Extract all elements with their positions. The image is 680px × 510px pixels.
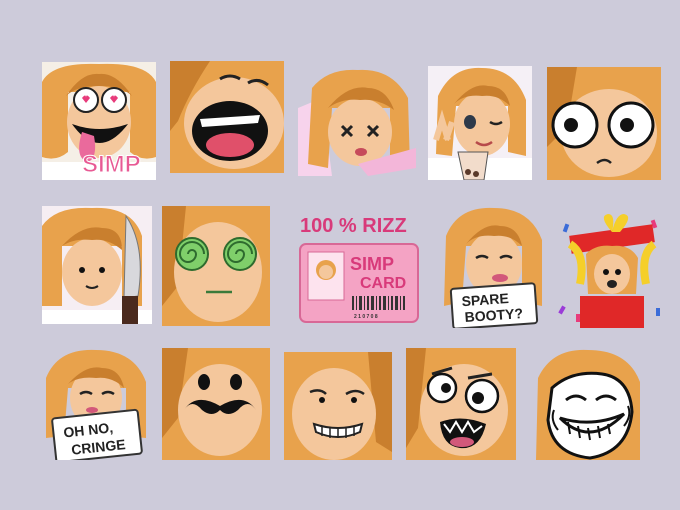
emote-hypno-art — [162, 206, 270, 326]
emote-simp-art: SIMP — [42, 62, 156, 180]
emote-oh-no-cringe: OH NO, CRINGE — [42, 348, 152, 460]
emote-gift-box — [556, 214, 668, 328]
emote-crazy-eyes-art — [406, 348, 516, 460]
emote-grimace — [284, 352, 392, 460]
emote-gift-box-art — [558, 214, 660, 328]
card-serial: 2 1 0 7 0 8 — [354, 314, 378, 320]
emote-big-eyes — [547, 67, 661, 180]
emote-mustache-art — [162, 348, 270, 460]
emote-troll — [532, 348, 644, 460]
emote-wink-boba-art — [428, 66, 532, 180]
card-line1: SIMP — [350, 254, 394, 274]
emote-simp-card: 100 % RIZZ SIMP CARD 2 1 0 7 0 8 — [298, 208, 420, 324]
emote-troll-art — [536, 349, 640, 460]
emote-spare-booty: SPARE BOOTY? — [438, 206, 548, 328]
simp-text: SIMP — [82, 151, 141, 178]
emote-crazy-eyes — [406, 348, 516, 460]
rizz-title: 100 % RIZZ — [300, 215, 407, 237]
emote-oh-no-cringe-art: OH NO, CRINGE — [46, 349, 146, 460]
emote-simp-card-art: 100 % RIZZ SIMP CARD 2 1 0 7 0 8 — [299, 215, 419, 323]
emote-mustache — [162, 348, 270, 460]
emote-simp: SIMP — [42, 62, 156, 180]
card-line2: CARD — [360, 275, 406, 292]
emote-spare-booty-art: SPARE BOOTY? — [444, 207, 542, 328]
emote-dizzy — [298, 68, 416, 176]
emote-wink-boba — [428, 66, 532, 180]
emote-hypno — [162, 206, 270, 326]
emote-grimace-art — [284, 352, 392, 460]
emote-knife — [42, 206, 152, 324]
emote-dizzy-art — [298, 69, 416, 176]
emote-scream — [170, 61, 284, 173]
emote-scream-art — [170, 61, 284, 173]
emote-big-eyes-art — [547, 67, 661, 180]
emote-knife-art — [42, 206, 152, 324]
